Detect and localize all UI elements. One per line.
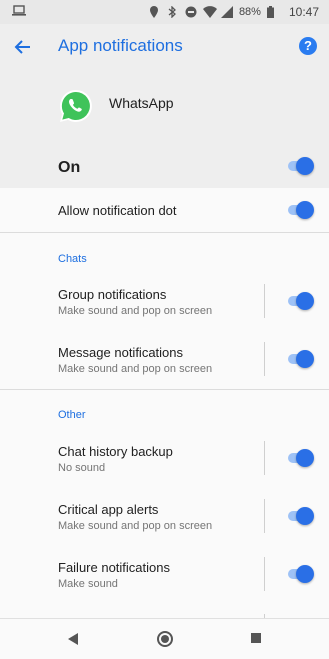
separator (264, 342, 265, 376)
toggle-thumb (296, 157, 314, 175)
item-label: Failure notifications (58, 560, 170, 575)
allow-dot-row[interactable]: Allow notification dot (0, 188, 329, 232)
battery-icon (266, 6, 279, 18)
master-toggle[interactable] (286, 157, 314, 175)
item-toggle[interactable] (286, 565, 314, 583)
clock: 10:47 (288, 5, 319, 19)
item-summary: Make sound and pop on screen (58, 520, 213, 532)
list-item[interactable]: Message notifications Make sound and pop… (0, 332, 329, 388)
list-item[interactable]: Group notifications Make sound and pop o… (0, 274, 329, 332)
separator (264, 441, 265, 475)
help-icon[interactable]: ? (299, 37, 317, 55)
wifi-icon (202, 6, 217, 19)
app-name: WhatsApp (109, 95, 174, 111)
separator (264, 284, 265, 318)
toggle-thumb (296, 507, 314, 525)
item-label: Chat history backup (58, 444, 173, 459)
divider (0, 389, 329, 390)
list-item-partial (0, 605, 329, 618)
toggle-thumb (296, 292, 314, 310)
toggle-thumb (296, 350, 314, 368)
list-item[interactable]: Critical app alerts Make sound and pop o… (0, 489, 329, 547)
whatsapp-icon (58, 88, 94, 124)
allow-dot-toggle[interactable] (286, 201, 314, 219)
location-icon (149, 6, 161, 18)
item-summary: Make sound and pop on screen (58, 305, 213, 317)
status-bar: 88% 10:47 (0, 0, 329, 24)
home-dot (161, 635, 169, 643)
toggle-thumb (296, 201, 314, 219)
item-summary: Make sound and pop on screen (58, 363, 213, 375)
list-item[interactable]: Failure notifications Make sound (0, 547, 329, 605)
separator (264, 499, 265, 533)
nav-back-icon[interactable] (67, 632, 79, 650)
item-toggle[interactable] (286, 449, 314, 467)
app-header: WhatsApp On (0, 70, 329, 188)
signal-icon (220, 6, 233, 18)
master-switch-label: On (58, 159, 81, 176)
list-item[interactable]: Chat history backup No sound (0, 431, 329, 489)
separator (264, 557, 265, 591)
arrow-back-icon[interactable] (12, 36, 34, 58)
bluetooth-icon (167, 5, 179, 19)
item-summary: No sound (58, 462, 106, 474)
item-toggle[interactable] (286, 507, 314, 525)
item-toggle[interactable] (286, 350, 314, 368)
nav-home-icon[interactable] (157, 631, 173, 647)
section-header-other: Other (58, 409, 86, 421)
navigation-bar (0, 618, 329, 659)
nav-recents-icon[interactable] (251, 633, 261, 643)
do-not-disturb-icon (185, 6, 197, 18)
divider (0, 232, 329, 233)
item-summary: Make sound (58, 578, 118, 590)
toggle-thumb (296, 449, 314, 467)
item-label: Group notifications (58, 287, 167, 302)
item-label: Message notifications (58, 345, 184, 360)
app-bar: App notifications ? (0, 24, 329, 70)
item-toggle[interactable] (286, 292, 314, 310)
laptop-icon (12, 5, 26, 20)
item-label: Critical app alerts (58, 502, 159, 517)
page-title: App notifications (58, 36, 183, 55)
allow-dot-label: Allow notification dot (58, 203, 177, 218)
section-header-chats: Chats (58, 253, 87, 265)
toggle-thumb (296, 565, 314, 583)
battery-percent: 88% (238, 6, 261, 18)
